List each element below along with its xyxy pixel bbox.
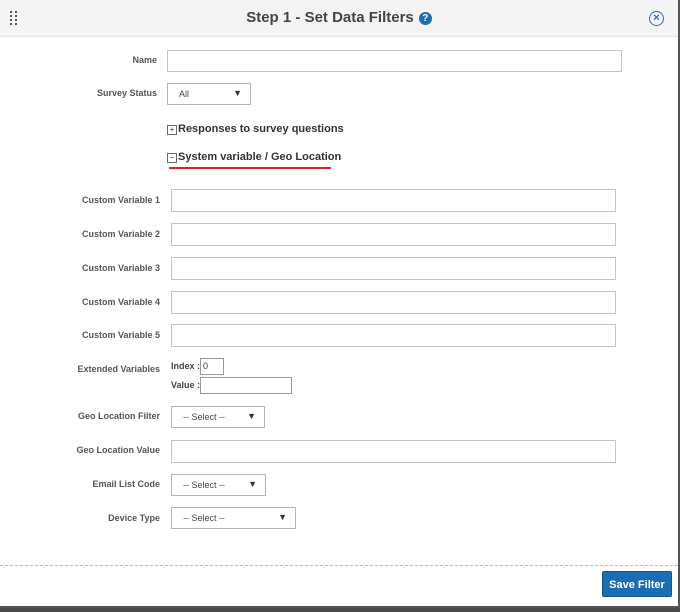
custom-variable-4-label: Custom Variable 4 xyxy=(81,297,160,307)
responses-section-toggle[interactable]: + Responses to survey questions xyxy=(167,123,344,135)
email-list-code-value: -- Select -- xyxy=(183,480,226,490)
custom-variable-3-label: Custom Variable 3 xyxy=(81,263,160,273)
email-list-code-select[interactable]: -- Select -- ▼ xyxy=(171,474,266,496)
plus-box-icon: + xyxy=(167,125,177,135)
geo-location-value-label: Geo Location Value xyxy=(76,445,160,455)
survey-status-select[interactable]: All ▼ xyxy=(167,83,251,105)
index-input[interactable]: 0 xyxy=(200,358,224,375)
custom-variable-1-input[interactable] xyxy=(171,189,616,212)
custom-variable-3-input[interactable] xyxy=(171,257,616,280)
caret-down-icon: ▼ xyxy=(247,411,256,421)
dialog-title-text: Step 1 - Set Data Filters xyxy=(246,9,414,26)
geo-location-filter-label: Geo Location Filter xyxy=(77,411,160,421)
caret-down-icon: ▼ xyxy=(248,479,257,489)
dialog-header: Step 1 - Set Data Filters? × xyxy=(0,0,678,37)
custom-variable-2-label: Custom Variable 2 xyxy=(81,229,160,239)
value-label: Value : xyxy=(171,380,201,390)
highlight-underline xyxy=(169,167,331,169)
footer-divider xyxy=(0,565,678,566)
save-filter-button[interactable]: Save Filter xyxy=(602,571,672,597)
geo-location-filter-value: -- Select -- xyxy=(183,412,226,422)
help-icon[interactable]: ? xyxy=(418,12,432,25)
index-label: Index : xyxy=(171,361,201,371)
dialog-title: Step 1 - Set Data Filters? xyxy=(0,9,678,26)
geo-location-value-input[interactable] xyxy=(171,440,616,463)
geo-location-filter-select[interactable]: -- Select -- ▼ xyxy=(171,406,265,428)
device-type-select[interactable]: -- Select -- ▼ xyxy=(171,507,296,529)
device-type-label: Device Type xyxy=(108,513,160,523)
custom-variable-5-label: Custom Variable 5 xyxy=(81,330,160,340)
responses-section-label: Responses to survey questions xyxy=(178,123,344,135)
minus-box-icon: − xyxy=(167,153,177,163)
device-type-value: -- Select -- xyxy=(183,513,226,523)
email-list-code-label: Email List Code xyxy=(92,479,160,489)
set-data-filters-dialog: Step 1 - Set Data Filters? × Name Survey… xyxy=(0,0,680,608)
system-section-toggle[interactable]: − System variable / Geo Location xyxy=(167,151,341,163)
system-section-label: System variable / Geo Location xyxy=(178,151,342,163)
caret-down-icon: ▼ xyxy=(233,88,242,98)
survey-status-label: Survey Status xyxy=(96,88,157,98)
custom-variable-5-input[interactable] xyxy=(171,324,616,347)
custom-variable-1-label: Custom Variable 1 xyxy=(81,195,160,205)
value-input[interactable] xyxy=(200,377,292,394)
extended-variables-label: Extended Variables xyxy=(77,364,160,374)
custom-variable-4-input[interactable] xyxy=(171,291,616,314)
name-label: Name xyxy=(132,55,157,65)
custom-variable-2-input[interactable] xyxy=(171,223,616,246)
name-input[interactable] xyxy=(167,50,622,72)
close-icon[interactable]: × xyxy=(649,11,664,26)
survey-status-value: All xyxy=(179,89,190,99)
caret-down-icon: ▼ xyxy=(278,512,287,522)
